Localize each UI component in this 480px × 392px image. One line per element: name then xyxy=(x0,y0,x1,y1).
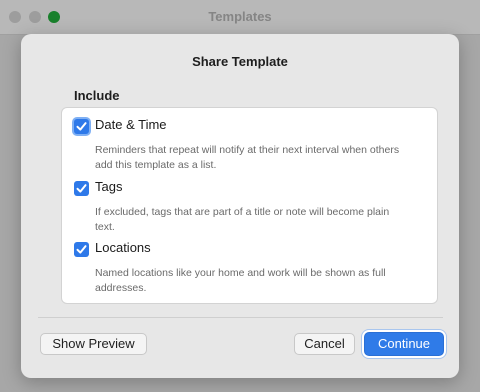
include-label: Include xyxy=(74,88,120,103)
tags-checkbox[interactable] xyxy=(74,181,89,196)
footer-divider xyxy=(38,317,443,318)
include-options-panel: Date & Time Reminders that repeat will n… xyxy=(61,107,438,304)
checkmark-icon xyxy=(76,122,87,131)
checkmark-icon xyxy=(76,184,87,193)
date-time-description: Reminders that repeat will notify at the… xyxy=(95,144,400,171)
share-template-sheet: Share Template Include Date & Time Remin… xyxy=(21,34,459,378)
show-preview-button[interactable]: Show Preview xyxy=(40,333,147,355)
sheet-title: Share Template xyxy=(192,54,288,69)
locations-checkbox[interactable] xyxy=(74,242,89,257)
checkmark-icon xyxy=(76,245,87,254)
date-time-checkbox[interactable] xyxy=(74,119,89,134)
window-titlebar: Templates xyxy=(0,0,480,35)
continue-button[interactable]: Continue xyxy=(364,332,444,356)
tags-label[interactable]: Tags xyxy=(95,179,122,194)
tags-description: If excluded, tags that are part of a tit… xyxy=(95,206,390,233)
window-title: Templates xyxy=(208,9,272,24)
date-time-label[interactable]: Date & Time xyxy=(95,117,167,132)
locations-description: Named locations like your home and work … xyxy=(95,267,386,294)
locations-label[interactable]: Locations xyxy=(95,240,151,255)
reminders-window: Templates Share Template Include Date & … xyxy=(0,0,480,392)
cancel-button[interactable]: Cancel xyxy=(294,333,355,355)
